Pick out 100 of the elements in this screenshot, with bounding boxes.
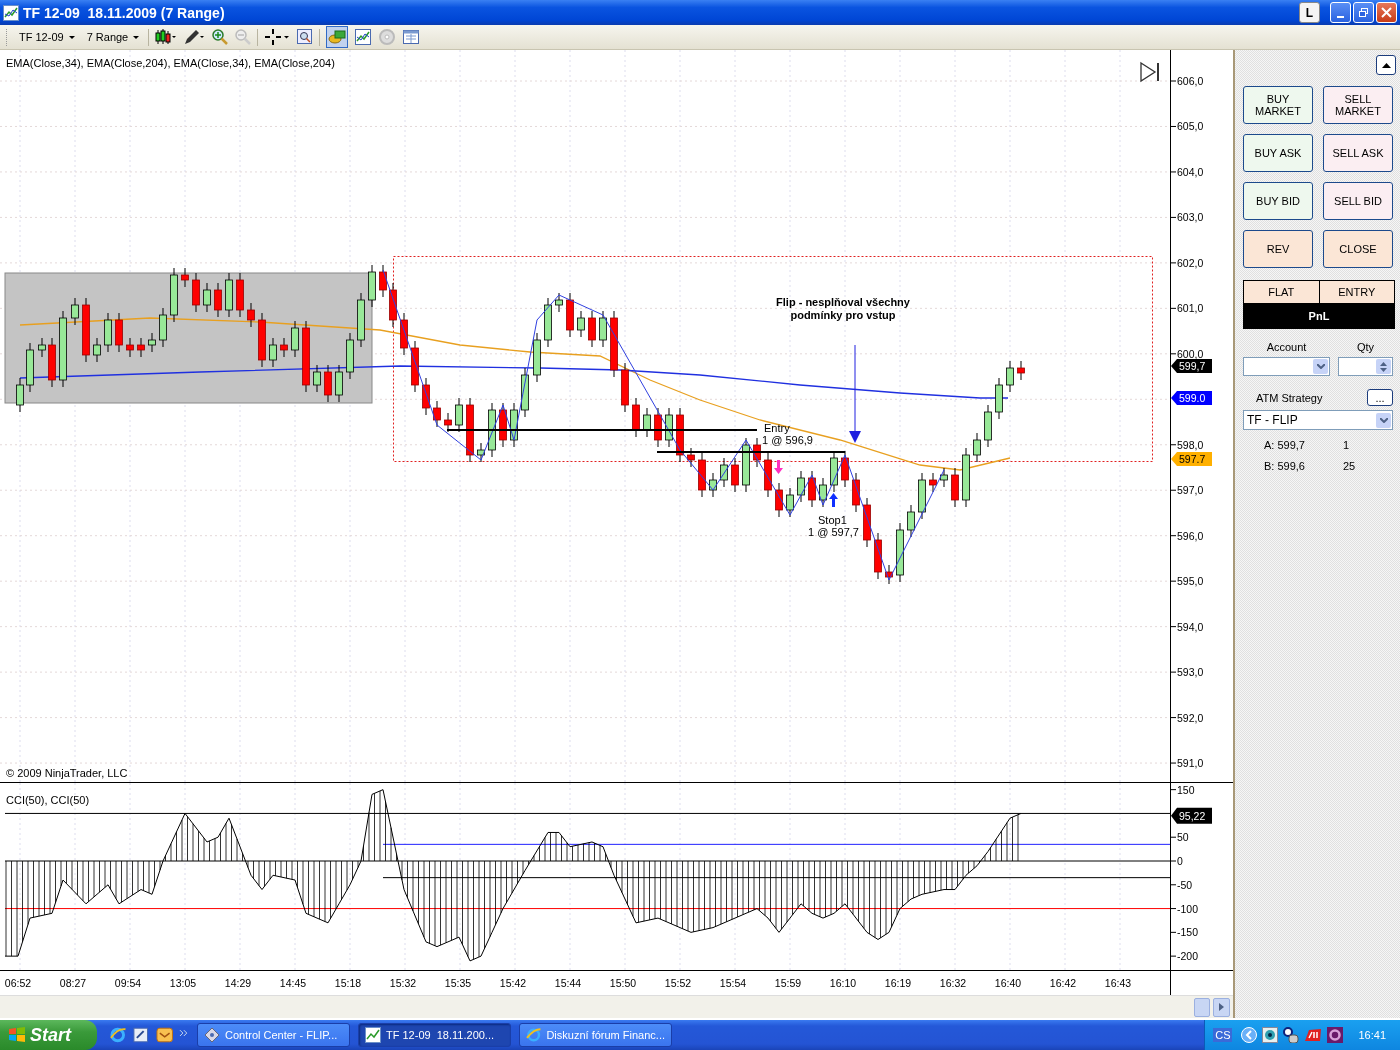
restore-icon bbox=[1358, 7, 1369, 18]
candle bbox=[984, 404, 992, 448]
taskbar-button[interactable]: TF 12-09 18.11.200... bbox=[358, 1023, 511, 1047]
field-label: Account bbox=[1265, 341, 1308, 353]
candle bbox=[521, 367, 529, 418]
candle bbox=[709, 472, 717, 498]
order-label: 1 @ 596,9 bbox=[762, 434, 813, 446]
order-button[interactable]: BUY ASK bbox=[1243, 134, 1313, 172]
candle bbox=[170, 267, 178, 323]
axis-label: 592,0 bbox=[1177, 711, 1204, 724]
order-button[interactable]: SELL ASK bbox=[1323, 134, 1393, 172]
desktop-icon[interactable] bbox=[132, 1026, 150, 1044]
line-chart-icon[interactable] bbox=[354, 28, 373, 46]
close-button[interactable] bbox=[1376, 2, 1397, 23]
candle bbox=[488, 402, 496, 458]
candle bbox=[995, 377, 1003, 420]
collapse-button[interactable] bbox=[1376, 55, 1396, 75]
chart-window-icon bbox=[365, 1027, 381, 1043]
axis-label: 598,0 bbox=[1177, 438, 1204, 451]
axis-label: 150 bbox=[1177, 783, 1195, 796]
zoom-in-icon[interactable] bbox=[211, 28, 229, 46]
order-button[interactable]: SELL MARKET bbox=[1323, 86, 1393, 124]
quote-price: B: 599,6 bbox=[1264, 460, 1306, 472]
candle bbox=[499, 402, 507, 448]
price-value: 597.7 bbox=[1179, 453, 1206, 465]
candle bbox=[148, 332, 156, 353]
order-button[interactable]: SELL BID bbox=[1323, 182, 1393, 220]
graphics-driver-icon[interactable] bbox=[1304, 1027, 1323, 1043]
axis-label: 596,0 bbox=[1177, 529, 1204, 542]
candle bbox=[896, 522, 904, 583]
candle bbox=[643, 407, 651, 438]
axis-label: 606,0 bbox=[1177, 75, 1204, 87]
axis-label: 0 bbox=[1177, 855, 1183, 867]
axis-label: 591,0 bbox=[1177, 757, 1204, 770]
copyright-text: © 2009 NinjaTrader, LLC bbox=[6, 767, 128, 779]
candle bbox=[588, 310, 596, 348]
candle bbox=[159, 307, 167, 348]
link-button[interactable]: L bbox=[1299, 2, 1320, 23]
candle bbox=[797, 470, 805, 503]
candle bbox=[181, 267, 189, 288]
candle bbox=[742, 437, 750, 493]
candle bbox=[577, 310, 585, 338]
browser-icon[interactable] bbox=[109, 1026, 127, 1044]
restore-button[interactable] bbox=[1353, 2, 1374, 23]
chart-window-icon bbox=[3, 4, 19, 21]
candle bbox=[753, 437, 761, 468]
order-button[interactable]: CLOSE bbox=[1323, 230, 1393, 268]
crosshair-icon[interactable] bbox=[264, 28, 291, 46]
order-label: 1 @ 597,7 bbox=[808, 526, 859, 538]
value-tag: 95,22 bbox=[1171, 807, 1212, 824]
instrument-dropdown[interactable]: TF 12-09 bbox=[16, 29, 78, 45]
taskbar-button[interactable]: Control Center - FLIP... bbox=[197, 1023, 350, 1047]
pencil-icon[interactable] bbox=[183, 28, 206, 46]
strategy-toggle[interactable] bbox=[326, 26, 349, 48]
time-label: 15:35 bbox=[444, 977, 472, 989]
period-dropdown[interactable]: 7 Range bbox=[83, 29, 143, 45]
strategy-value: TF - FLIP bbox=[1247, 413, 1298, 427]
order-button[interactable]: BUY BID bbox=[1243, 182, 1313, 220]
candlestick-icon[interactable] bbox=[155, 28, 178, 46]
scroll-thumb[interactable] bbox=[1194, 997, 1210, 1017]
candle bbox=[48, 337, 56, 388]
candle bbox=[610, 310, 618, 378]
order-button[interactable]: BUY MARKET bbox=[1243, 86, 1313, 124]
window-title: TF 12-09 18.11.2009 (7 Range) bbox=[23, 4, 225, 21]
clock: 16:41 bbox=[1358, 1029, 1386, 1041]
candle bbox=[324, 364, 332, 403]
minimize-button[interactable] bbox=[1330, 2, 1351, 23]
indicator-legend: EMA(Close,34), EMA(Close,204), EMA(Close,34), EMA(Close,204) bbox=[6, 57, 335, 69]
candle bbox=[466, 397, 474, 463]
scroll-right-button[interactable] bbox=[1213, 997, 1230, 1017]
candle bbox=[1006, 360, 1014, 393]
candle bbox=[400, 312, 408, 356]
candle bbox=[71, 297, 79, 326]
strategy-dropdown[interactable]: TF - FLIP bbox=[1243, 410, 1393, 430]
eye-icon[interactable] bbox=[1262, 1027, 1279, 1043]
magnifier-page-icon[interactable] bbox=[296, 28, 314, 46]
time-label: 15:18 bbox=[334, 977, 362, 989]
account-dropdown[interactable] bbox=[1243, 357, 1330, 376]
language-indicator[interactable]: CS bbox=[1213, 1028, 1233, 1042]
axis-label: -50 bbox=[1177, 878, 1193, 891]
quantity-spinner[interactable] bbox=[1338, 357, 1393, 376]
chevron-down-icon bbox=[1379, 417, 1388, 423]
position-status: FLAT bbox=[1267, 285, 1296, 300]
candle bbox=[775, 482, 783, 518]
skip-end-icon bbox=[1141, 63, 1159, 81]
right-arrow-icon bbox=[1219, 1003, 1224, 1011]
taskbar-button[interactable]: Diskuzní fórum Financ... bbox=[519, 1023, 672, 1047]
start-button[interactable]: Start bbox=[0, 1020, 97, 1050]
candle bbox=[225, 272, 233, 318]
order-button[interactable]: REV bbox=[1243, 230, 1313, 268]
time-label: 15:50 bbox=[609, 977, 637, 989]
candle bbox=[962, 447, 970, 508]
table-icon[interactable] bbox=[402, 28, 421, 46]
candle bbox=[280, 337, 288, 358]
candle bbox=[907, 504, 915, 538]
tray-app-icon[interactable] bbox=[1327, 1027, 1344, 1043]
strategy-button[interactable]: ... bbox=[1367, 389, 1393, 406]
mail-icon[interactable] bbox=[155, 1026, 174, 1044]
field-label: Qty bbox=[1355, 341, 1376, 353]
candle bbox=[819, 477, 827, 508]
